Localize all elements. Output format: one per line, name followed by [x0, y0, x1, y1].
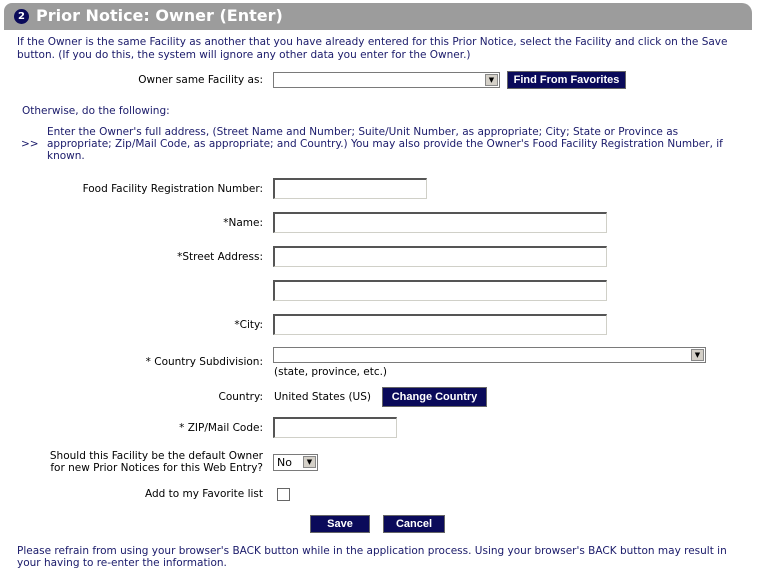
zip-code-input[interactable] [273, 417, 397, 438]
chevron-down-icon[interactable]: ▼ [303, 456, 316, 468]
change-country-button[interactable]: Change Country [382, 387, 487, 407]
same-facility-select[interactable]: ▼ [273, 72, 500, 88]
chevron-down-icon[interactable]: ▼ [691, 349, 704, 361]
country-subdivision-label: * Country Subdivision: [145, 356, 263, 368]
instruction-marker: >> [21, 138, 39, 150]
default-owner-label-line1: Should this Facility be the default Owne… [49, 450, 263, 462]
favorite-label: Add to my Favorite list [144, 488, 263, 500]
otherwise-text: Otherwise, do the following: [22, 105, 170, 117]
default-owner-label-line2: for new Prior Notices for this Web Entry… [50, 462, 263, 474]
country-subdivision-note: (state, province, etc.) [274, 366, 388, 378]
instruction-text: Enter the Owner's full address, (Street … [47, 126, 723, 162]
ffrn-label: Food Facility Registration Number: [82, 183, 263, 195]
city-input[interactable] [273, 314, 607, 335]
add-to-favorites-checkbox[interactable] [277, 488, 290, 501]
cancel-button[interactable]: Cancel [383, 515, 445, 533]
page-title: Prior Notice: Owner (Enter) [36, 6, 283, 25]
ffrn-input[interactable] [273, 178, 427, 199]
save-button[interactable]: Save [310, 515, 370, 533]
chevron-down-icon[interactable]: ▼ [485, 74, 498, 86]
default-owner-label: Should this Facility be the default Owne… [20, 450, 263, 474]
name-label: *Name: [223, 217, 263, 229]
section-header: 2 Prior Notice: Owner (Enter) [4, 3, 752, 30]
step-number-badge: 2 [14, 9, 29, 24]
same-facility-label: Owner same Facility as: [138, 74, 263, 86]
footer-warning: Please refrain from using your browser's… [17, 545, 727, 569]
zip-code-label: * ZIP/Mail Code: [179, 422, 263, 434]
default-owner-selected-value: No [277, 456, 292, 469]
find-from-favorites-button[interactable]: Find From Favorites [507, 71, 626, 89]
intro-text: If the Owner is the same Facility as ano… [17, 36, 728, 61]
street-address-label: *Street Address: [177, 251, 263, 263]
country-label: Country: [218, 391, 264, 403]
name-input[interactable] [273, 212, 607, 233]
city-label: *City: [234, 319, 263, 331]
default-owner-select[interactable]: No ▼ [273, 454, 318, 471]
country-value: United States (US) [274, 391, 371, 403]
country-subdivision-select[interactable]: ▼ [273, 347, 706, 363]
street-address-line2-input[interactable] [273, 280, 607, 301]
street-address-line1-input[interactable] [273, 246, 607, 267]
